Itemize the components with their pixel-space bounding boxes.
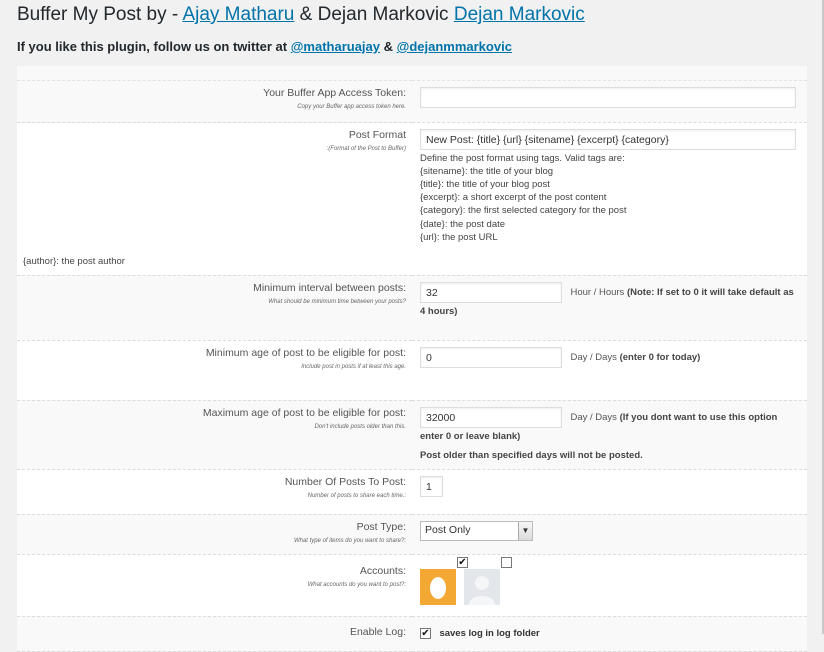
account-avatar-icon[interactable] bbox=[420, 568, 456, 605]
amp-text: & bbox=[380, 39, 397, 54]
row-min-age: Minimum age of post to be eligible for p… bbox=[17, 340, 807, 401]
enable-log-checkbox[interactable]: ✔ bbox=[420, 627, 431, 639]
row-accounts: Accounts: What accounts do you want to p… bbox=[17, 554, 807, 617]
twitter-link-1[interactable]: @matharuajay bbox=[291, 39, 380, 54]
settings-table: Your Buffer App Access Token: Copy your … bbox=[17, 66, 807, 652]
max-age-input[interactable]: 32000 bbox=[420, 406, 562, 428]
title-mid: & Dejan Markovic bbox=[294, 4, 454, 25]
access-token-hint: Copy your Buffer app access token here. bbox=[297, 103, 406, 110]
account-avatar-icon[interactable] bbox=[464, 568, 501, 605]
post-format-label-cell: Post Format :(Format of the Post to Buff… bbox=[17, 122, 412, 276]
account-avatar-head bbox=[475, 575, 490, 590]
access-token-field-cell bbox=[412, 80, 807, 123]
min-interval-input[interactable]: 32 bbox=[420, 281, 562, 303]
author1-link[interactable]: Ajay Matharu bbox=[182, 4, 294, 25]
max-age-unit: Day / Days bbox=[570, 411, 617, 423]
post-format-help-line: {category}: the first selected category … bbox=[420, 205, 627, 217]
max-age-field-cell: 32000 Day / Days (If you dont want to us… bbox=[412, 400, 807, 470]
accounts-label: Accounts: bbox=[359, 564, 406, 577]
row-max-age: Maximum age of post to be eligible for p… bbox=[17, 400, 807, 470]
post-format-label: Post Format bbox=[348, 128, 406, 141]
post-type-label-cell: Post Type: What type of items do you wan… bbox=[17, 514, 412, 555]
account-item[interactable]: ✔ bbox=[420, 556, 468, 605]
row-post-type: Post Type: What type of items do you wan… bbox=[17, 514, 807, 555]
min-age-unit: Day / Days bbox=[570, 351, 617, 363]
row-access-token: Your Buffer App Access Token: Copy your … bbox=[17, 80, 807, 123]
num-posts-label-cell: Number Of Posts To Post: Number of posts… bbox=[17, 469, 412, 515]
access-token-input[interactable] bbox=[420, 86, 796, 108]
author2-link[interactable]: Dejan Markovic bbox=[454, 4, 585, 25]
enable-log-label: Enable Log: bbox=[349, 625, 406, 638]
chevron-down-icon[interactable]: ▼ bbox=[518, 521, 532, 540]
num-posts-hint: Number of posts to share each time.: bbox=[307, 492, 406, 499]
account-checkbox[interactable] bbox=[501, 556, 513, 568]
post-type-hint: What type of items do you want to share?… bbox=[293, 537, 406, 544]
post-format-help-line: {sitename}: the title of your blog bbox=[420, 165, 554, 177]
min-interval-hint: What should be minimum time between your… bbox=[268, 298, 406, 305]
post-type-selected: Post Only bbox=[425, 523, 471, 536]
account-checkbox[interactable]: ✔ bbox=[457, 556, 468, 568]
min-age-input[interactable]: 0 bbox=[420, 346, 562, 368]
account-avatar-egg bbox=[430, 576, 446, 599]
accounts-hint: What accounts do you want to post?: bbox=[307, 581, 406, 588]
row-num-posts: Number Of Posts To Post: Number of posts… bbox=[17, 469, 807, 515]
table-top-spacer bbox=[17, 66, 807, 81]
post-format-help-line: {excerpt}: a short excerpt of the post c… bbox=[420, 192, 607, 204]
access-token-label-cell: Your Buffer App Access Token: Copy your … bbox=[17, 80, 412, 123]
post-format-help-line: {url}: the post URL bbox=[420, 231, 498, 243]
post-format-help-line: {title}: the title of your blog post bbox=[420, 178, 550, 190]
min-age-note-text: (enter 0 for today) bbox=[619, 351, 701, 363]
min-age-hint: Include post in posts if at least this a… bbox=[301, 363, 406, 370]
post-format-field-cell: New Post: {title} {url} {sitename} {exce… bbox=[412, 122, 807, 276]
accounts-label-cell: Accounts: What accounts do you want to p… bbox=[17, 554, 412, 617]
row-min-interval: Minimum interval between posts: What sho… bbox=[17, 275, 807, 341]
min-interval-label: Minimum interval between posts: bbox=[253, 281, 406, 294]
min-interval-unit: Hour / Hours bbox=[570, 286, 625, 298]
post-type-field-cell: Post Only ▼ bbox=[412, 514, 807, 555]
post-format-help-line: {date}: the post date bbox=[420, 218, 506, 230]
min-age-field-cell: 0 Day / Days (enter 0 for today) bbox=[412, 340, 807, 401]
post-format-hint: :(Format of the Post to Buffer) bbox=[326, 145, 406, 152]
min-age-label: Minimum age of post to be eligible for p… bbox=[205, 346, 406, 359]
num-posts-input[interactable]: 1 bbox=[420, 475, 443, 497]
min-age-note: Day / Days (enter 0 for today) bbox=[570, 352, 700, 363]
twitter-link-2[interactable]: @dejanmmarkovic bbox=[397, 39, 512, 54]
min-age-label-cell: Minimum age of post to be eligible for p… bbox=[17, 340, 412, 401]
follow-message: If you like this plugin, follow us on tw… bbox=[17, 39, 512, 54]
min-interval-label-cell: Minimum interval between posts: What sho… bbox=[17, 275, 412, 341]
access-token-label: Your Buffer App Access Token: bbox=[263, 86, 406, 99]
title-prefix: Buffer My Post by - bbox=[17, 4, 183, 25]
max-age-hint: Don't include posts older than this. bbox=[314, 423, 406, 430]
min-interval-field-cell: 32 Hour / Hours (Note: If set to 0 it wi… bbox=[412, 275, 807, 341]
account-item[interactable] bbox=[464, 556, 513, 605]
post-format-author-line: {author}: the post author bbox=[23, 255, 125, 267]
post-format-input[interactable]: New Post: {title} {url} {sitename} {exce… bbox=[420, 128, 796, 150]
follow-text: If you like this plugin, follow us on tw… bbox=[17, 39, 291, 54]
page-title: Buffer My Post by - Ajay Matharu & Dejan… bbox=[17, 4, 585, 26]
max-age-extra: Post older than specified days will not … bbox=[420, 449, 643, 461]
post-format-help-line: Define the post format using tags. Valid… bbox=[420, 152, 625, 164]
post-type-label: Post Type: bbox=[356, 520, 406, 533]
row-post-format: Post Format :(Format of the Post to Buff… bbox=[17, 122, 807, 276]
post-format-help: Define the post format using tags. Valid… bbox=[420, 152, 799, 244]
post-type-select[interactable]: Post Only ▼ bbox=[420, 520, 533, 541]
enable-log-text: saves log in log folder bbox=[439, 627, 540, 639]
max-age-label: Maximum age of post to be eligible for p… bbox=[202, 406, 406, 419]
accounts-field-cell: ✔ bbox=[412, 554, 807, 617]
max-age-label-cell: Maximum age of post to be eligible for p… bbox=[17, 400, 412, 470]
num-posts-label: Number Of Posts To Post: bbox=[284, 475, 406, 488]
num-posts-field-cell: 1 bbox=[412, 469, 807, 515]
